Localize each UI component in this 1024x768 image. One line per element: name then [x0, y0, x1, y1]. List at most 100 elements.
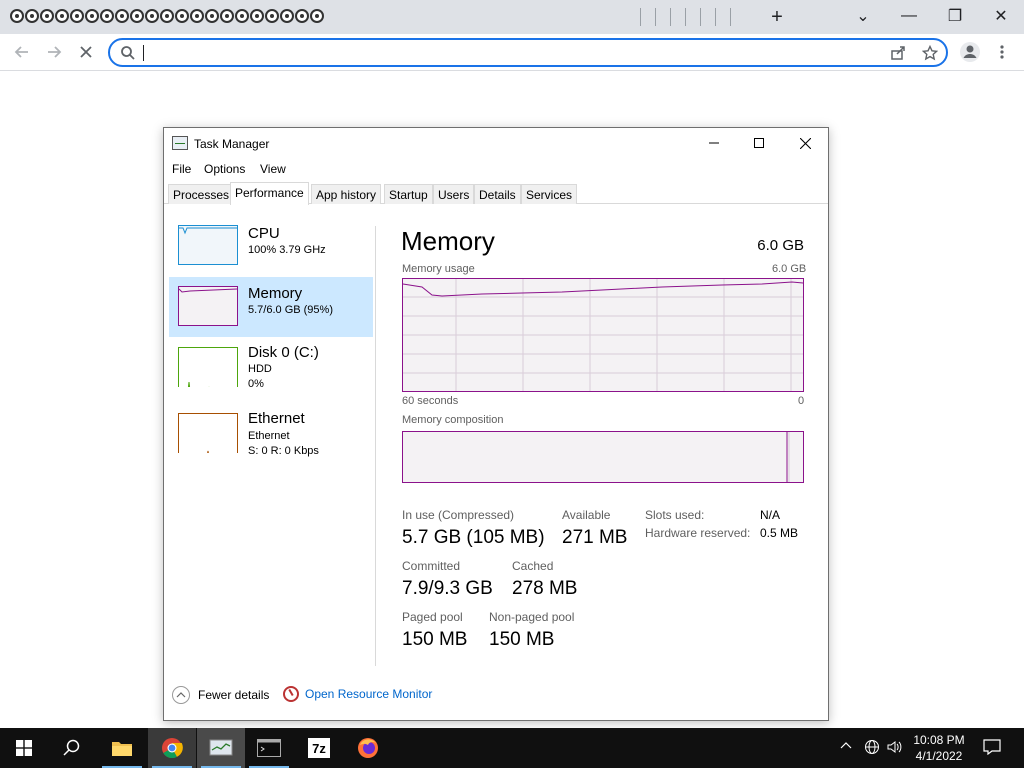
- tab-favicon-icon[interactable]: [220, 9, 234, 23]
- address-bar[interactable]: [108, 38, 948, 67]
- windows-start-icon: [16, 740, 32, 756]
- task-manager-icon: [209, 739, 233, 756]
- more-vert-icon: [1000, 45, 1004, 59]
- bookmark-star-icon[interactable]: [922, 45, 938, 61]
- back-button[interactable]: [8, 38, 36, 66]
- task-manager-window: Task Manager File Options View Processes…: [163, 127, 829, 721]
- tab-search-button[interactable]: ⌄: [840, 0, 886, 32]
- tab-processes[interactable]: Processes: [168, 184, 235, 204]
- tab-favicon-icon[interactable]: [160, 9, 174, 23]
- taskbar-chrome[interactable]: [148, 728, 196, 768]
- close-button[interactable]: ✕: [978, 0, 1024, 32]
- tab-favicon-icon[interactable]: [70, 9, 84, 23]
- sidebar-item-cpu[interactable]: CPU 100% 3.79 GHz: [169, 217, 373, 277]
- tab-startup[interactable]: Startup: [384, 184, 433, 204]
- forward-button[interactable]: [40, 38, 68, 66]
- tab-services[interactable]: Services: [521, 184, 578, 204]
- taskbar: 7z 10:08 PM 4/1/2022: [0, 728, 1024, 768]
- hardware-reserved-label: Hardware reserved:: [645, 526, 751, 540]
- tab-app-history[interactable]: App history: [311, 184, 382, 204]
- text-caret: [143, 45, 144, 61]
- tab-bar: Processes Performance App history Startu…: [164, 182, 828, 205]
- sidebar-item-detail: HDD: [248, 363, 272, 375]
- network-globe-icon[interactable]: [864, 739, 880, 755]
- taskbar-firefox[interactable]: [344, 728, 392, 768]
- menu-bar: File Options View: [164, 160, 828, 180]
- maximize-icon: [754, 138, 764, 148]
- firefox-icon: [358, 738, 378, 758]
- sidebar-item-memory[interactable]: Memory 5.7/6.0 GB (95%): [169, 277, 373, 337]
- tab-users[interactable]: Users: [433, 184, 475, 204]
- fewer-details-button[interactable]: Fewer details: [172, 686, 269, 704]
- tab-favicon-icon[interactable]: [235, 9, 249, 23]
- tab-favicon-icon[interactable]: [280, 9, 294, 23]
- tab-details[interactable]: Details: [474, 184, 521, 204]
- sidebar-item-ethernet[interactable]: Ethernet Ethernet S: 0 R: 0 Kbps: [169, 403, 373, 463]
- tab-favicon-icon[interactable]: [295, 9, 309, 23]
- chevron-up-icon: [172, 686, 190, 704]
- tab-favicon-icon[interactable]: [310, 9, 324, 23]
- tab-favicon-icon[interactable]: [130, 9, 144, 23]
- minimize-button[interactable]: —: [886, 0, 932, 32]
- tm-minimize-button[interactable]: [694, 132, 734, 154]
- tab-favicon-icon[interactable]: [265, 9, 279, 23]
- paged-pool-label: Paged pool: [402, 610, 463, 624]
- tab-favicon-icon[interactable]: [40, 9, 54, 23]
- tab-favicon-icon[interactable]: [10, 9, 24, 23]
- open-resource-monitor-link[interactable]: Open Resource Monitor: [283, 686, 432, 702]
- restore-button[interactable]: ❐: [932, 0, 978, 32]
- sidebar-item-disk[interactable]: Disk 0 (C:) HDD 0%: [169, 337, 373, 397]
- tab-favicon-icon[interactable]: [85, 9, 99, 23]
- committed-value: 7.9/9.3 GB: [402, 578, 493, 599]
- tab-favicon-icon[interactable]: [115, 9, 129, 23]
- panel-title: Memory: [401, 226, 495, 256]
- taskbar-7zip[interactable]: 7z: [295, 728, 343, 768]
- clock-date: 4/1/2022: [915, 749, 963, 763]
- menu-options[interactable]: Options: [204, 162, 245, 176]
- tab-favicon-icon[interactable]: [55, 9, 69, 23]
- tab-separator: [730, 8, 731, 26]
- sidebar-item-name: CPU: [248, 225, 280, 242]
- new-tab-button[interactable]: +: [764, 4, 790, 30]
- menu-view[interactable]: View: [260, 162, 286, 176]
- taskbar-terminal[interactable]: [245, 728, 293, 768]
- volume-icon[interactable]: [886, 739, 902, 755]
- non-paged-pool-label: Non-paged pool: [489, 610, 575, 624]
- search-icon: [63, 739, 80, 756]
- chrome-icon: [162, 738, 183, 759]
- time-axis-left: 60 seconds: [402, 395, 459, 407]
- browser-tab-strip: + ⌄ — ❐ ✕: [0, 0, 1024, 34]
- menu-file[interactable]: File: [172, 162, 191, 176]
- show-hidden-icons-chevron-icon[interactable]: [840, 741, 852, 749]
- tab-favicon-icon[interactable]: [190, 9, 204, 23]
- sidebar-item-detail: 0%: [248, 378, 264, 390]
- tm-close-button[interactable]: [785, 132, 825, 154]
- address-input[interactable]: [142, 44, 842, 62]
- taskbar-clock[interactable]: 10:08 PM 4/1/2022: [904, 732, 974, 764]
- tab-favicon-icon[interactable]: [25, 9, 39, 23]
- tm-maximize-button[interactable]: [739, 132, 779, 154]
- sidebar-item-name: Disk 0 (C:): [248, 344, 319, 361]
- tab-favicon-icon[interactable]: [100, 9, 114, 23]
- taskbar-task-manager[interactable]: [197, 728, 245, 768]
- slots-used-value: N/A: [760, 508, 781, 522]
- tab-favicon-icon[interactable]: [145, 9, 159, 23]
- taskbar-file-explorer[interactable]: [98, 728, 146, 768]
- time-axis-right: 0: [798, 395, 805, 407]
- action-center-notification-icon[interactable]: [983, 739, 1001, 755]
- stop-button[interactable]: [72, 38, 100, 66]
- tab-favicon-icon[interactable]: [175, 9, 189, 23]
- close-icon: [799, 137, 811, 149]
- memory-usage-max: 6.0 GB: [772, 263, 807, 275]
- browser-menu-button[interactable]: [988, 38, 1016, 66]
- memory-composition-bar: [402, 431, 804, 483]
- profile-button[interactable]: [956, 38, 984, 66]
- tab-performance[interactable]: Performance: [230, 182, 309, 205]
- taskbar-search-button[interactable]: [48, 728, 96, 768]
- share-icon[interactable]: [890, 45, 906, 61]
- memory-composition-label: Memory composition: [402, 414, 504, 426]
- tab-favicon-icon[interactable]: [205, 9, 219, 23]
- close-icon: [80, 46, 92, 58]
- start-button[interactable]: [0, 728, 48, 768]
- tab-favicon-icon[interactable]: [250, 9, 264, 23]
